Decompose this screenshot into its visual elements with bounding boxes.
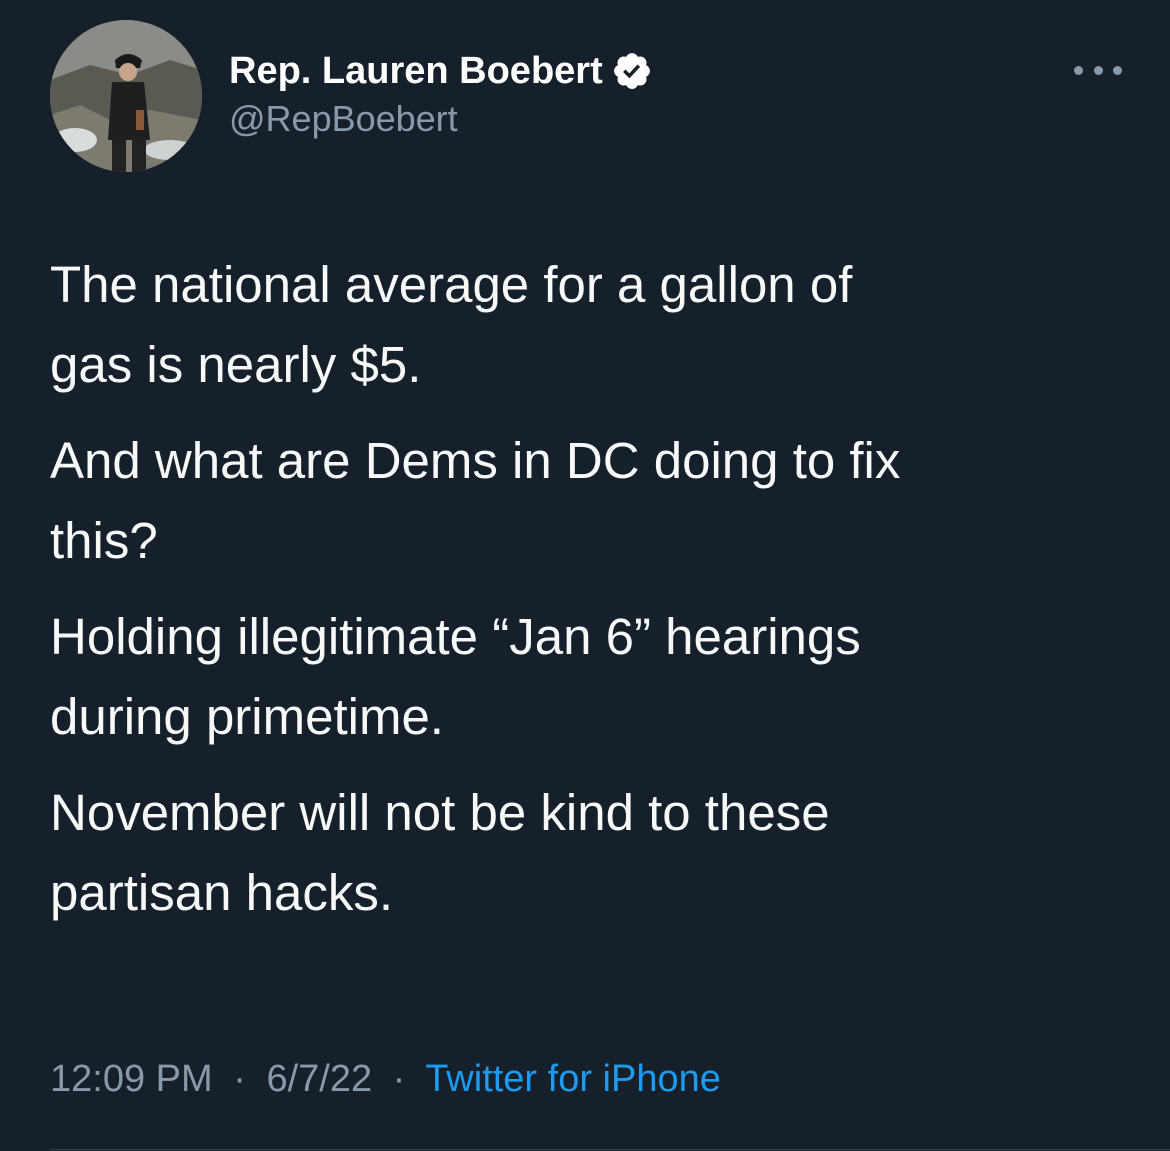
more-horizontal-icon [1113,65,1122,75]
more-horizontal-icon [1093,65,1103,75]
tweet-paragraph: November will not be kind to these parti… [50,784,830,921]
separator: · [392,1058,406,1100]
tweet-source-link[interactable]: Twitter for iPhone [425,1058,721,1100]
avatar[interactable] [50,20,202,172]
tweet-text: The national average for a gallon of gas… [50,245,1130,949]
divider [50,1149,1170,1150]
verified-badge-icon [611,50,653,92]
tweet-date[interactable]: 6/7/22 [266,1058,372,1100]
name-row: Rep. Lauren Boebert [229,48,653,94]
tweet-metadata: 12:09 PM · 6/7/22 · Twitter for iPhone [50,1058,721,1101]
separator: · [233,1058,246,1100]
tweet-paragraph: The national average for a gallon of gas… [50,256,853,393]
profile-photo [50,20,202,172]
tweet-paragraph: Holding illegitimate “Jan 6” hearings du… [50,608,861,745]
more-options-button[interactable] [1074,58,1122,82]
author-block: Rep. Lauren Boebert @RepBoebert [229,48,653,140]
tweet-paragraph: And what are Dems in DC doing to fix thi… [50,432,901,569]
tweet-time[interactable]: 12:09 PM [50,1058,213,1100]
tweet: Rep. Lauren Boebert @RepBoebert The nati… [0,0,1170,1151]
more-horizontal-icon [1074,65,1083,75]
handle[interactable]: @RepBoebert [229,98,653,140]
display-name[interactable]: Rep. Lauren Boebert [229,50,603,93]
